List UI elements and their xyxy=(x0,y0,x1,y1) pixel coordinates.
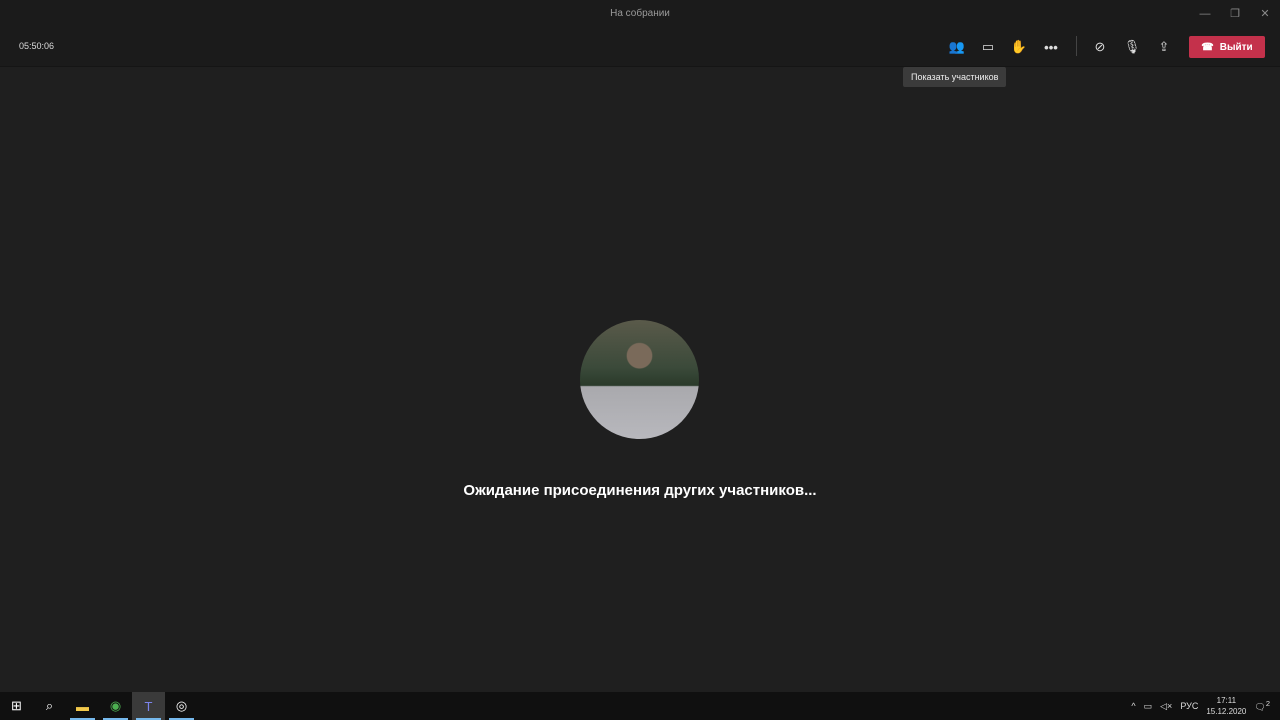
taskbar: ⊞ ⌕ ▬ ◉ T ◎ ^ ▭ ◁× РУС 17:11 15.12.2020 … xyxy=(0,692,1280,720)
close-button[interactable]: ✕ xyxy=(1250,0,1280,27)
mic-off-icon[interactable]: 🎙 xyxy=(1121,37,1143,57)
leave-label: Выйти xyxy=(1219,41,1253,53)
raise-hand-icon[interactable]: ✋ xyxy=(1008,37,1030,57)
clock[interactable]: 17:11 15.12.2020 xyxy=(1206,695,1246,717)
meeting-toolbar: 05:50:06 👥 ▭ ✋ ••• ⊘ 🎙 ⇪ ☎ Выйти xyxy=(0,27,1280,67)
share-screen-icon[interactable]: ⇪ xyxy=(1153,37,1175,57)
leave-button[interactable]: ☎ Выйти xyxy=(1189,36,1265,58)
camera-off-icon[interactable]: ⊘ xyxy=(1089,37,1111,57)
minimize-button[interactable]: — xyxy=(1190,0,1220,27)
title-bar: На собрании — ❐ ✕ xyxy=(0,0,1280,27)
obs-icon[interactable]: ◎ xyxy=(165,692,198,720)
volume-muted-icon[interactable]: ◁× xyxy=(1160,701,1172,712)
start-button[interactable]: ⊞ xyxy=(0,692,33,720)
window-title: На собрании xyxy=(610,8,670,19)
phone-hangup-icon: ☎ xyxy=(1201,41,1214,53)
divider xyxy=(1076,36,1077,56)
restore-button[interactable]: ❐ xyxy=(1220,0,1250,27)
time: 17:11 xyxy=(1216,696,1237,705)
file-explorer-icon[interactable]: ▬ xyxy=(66,692,99,720)
tooltip: Показать участников xyxy=(903,67,1007,87)
chat-icon[interactable]: ▭ xyxy=(977,37,999,57)
date: 15.12.2020 xyxy=(1206,707,1247,716)
user-avatar xyxy=(580,320,699,439)
more-options-icon[interactable]: ••• xyxy=(1040,37,1062,57)
waiting-message: Ожидание присоединения других участников… xyxy=(463,482,817,499)
tray-chevron-icon[interactable]: ^ xyxy=(1131,701,1135,711)
notification-center-icon[interactable]: 🗨2 xyxy=(1254,699,1270,713)
network-icon[interactable]: ▭ xyxy=(1144,701,1153,712)
notification-count: 2 xyxy=(1265,699,1270,708)
chrome-icon[interactable]: ◉ xyxy=(99,692,132,720)
teams-icon[interactable]: T xyxy=(132,692,165,720)
language-indicator[interactable]: РУС xyxy=(1180,701,1198,711)
participants-icon[interactable]: 👥 xyxy=(946,37,968,57)
meeting-timer: 05:50:06 xyxy=(19,41,55,51)
search-icon[interactable]: ⌕ xyxy=(33,692,66,720)
